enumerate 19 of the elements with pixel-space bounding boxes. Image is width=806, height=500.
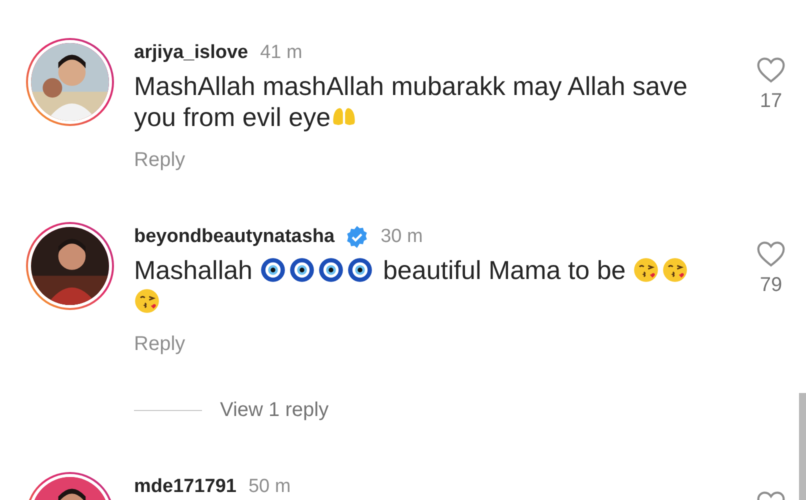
comment-time: 30 m: [380, 226, 423, 248]
username-link[interactable]: beyondbeautynatasha: [134, 226, 335, 248]
comment-time: 41 m: [260, 42, 302, 64]
evil-eye-icon: [318, 257, 344, 283]
kissing-face-icon: [134, 288, 160, 314]
kissing-face-icon: [633, 257, 659, 283]
username-link[interactable]: arjiya_islove: [134, 42, 248, 64]
comment-time: 50 m: [248, 476, 291, 498]
scrollbar[interactable]: [799, 393, 806, 500]
comment-text: Mashallah beautiful Mama to be: [134, 255, 709, 317]
evil-eye-icon: [288, 257, 315, 283]
comment-text: MashAllah mashAllah mubarakk may Allah save you from evil eye: [134, 71, 688, 133]
username-link[interactable]: mde171791: [134, 476, 236, 498]
evil-eye-icon: [346, 257, 373, 283]
kissing-face-icon: [662, 257, 688, 283]
like-count: 79: [760, 274, 782, 297]
evil-eye-icon: [260, 257, 286, 283]
like-count: 17: [760, 90, 782, 113]
view-replies-link[interactable]: View 1 reply: [220, 399, 329, 422]
